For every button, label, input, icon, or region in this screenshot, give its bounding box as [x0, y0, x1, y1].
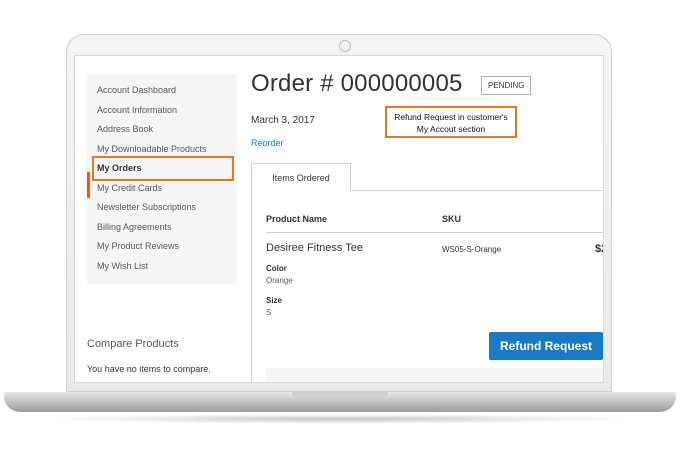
column-header-product-name: Product Name	[266, 214, 328, 224]
option-value-color: Orange	[266, 276, 293, 285]
tab-items-ordered[interactable]: Items Ordered	[251, 163, 351, 191]
sidebar-item-account-information[interactable]: Account Information	[97, 105, 177, 115]
status-badge: PENDING	[481, 76, 532, 95]
refund-request-button[interactable]: Refund Request	[489, 332, 603, 360]
callout-line-1: Refund Request in customer's	[394, 112, 508, 122]
product-price: $2	[595, 243, 603, 255]
table-footer-bar	[266, 368, 603, 382]
annotation-callout: Refund Request in customer's My Accout s…	[385, 106, 517, 138]
option-label-size: Size	[266, 296, 283, 305]
webcam-icon	[339, 40, 351, 52]
sidebar-item-wish-list[interactable]: My Wish List	[97, 261, 148, 271]
sidebar-item-credit-cards[interactable]: My Credit Cards	[97, 183, 162, 193]
sidebar-item-billing-agreements[interactable]: Billing Agreements	[97, 222, 172, 232]
tab-divider	[350, 190, 603, 191]
order-date: March 3, 2017	[251, 115, 315, 126]
callout-line-2: My Accout section	[416, 124, 486, 134]
sidebar-item-newsletter[interactable]: Newsletter Subscriptions	[97, 202, 196, 212]
product-name: Desiree Fitness Tee	[266, 242, 364, 254]
active-item-marker	[87, 172, 90, 198]
my-orders-highlight	[92, 156, 234, 181]
content-border	[251, 190, 252, 382]
option-label-color: Color	[266, 264, 287, 273]
product-sku: WS05-S-Orange	[442, 245, 502, 254]
reorder-link[interactable]: Reorder	[251, 138, 284, 148]
screen: Account Dashboard Account Information Ad…	[74, 55, 604, 383]
laptop-base-notch	[292, 392, 388, 399]
laptop-shadow	[40, 414, 640, 424]
sidebar-item-address-book[interactable]: Address Book	[97, 124, 153, 134]
compare-products-title: Compare Products	[87, 338, 179, 350]
option-value-size: S	[266, 308, 272, 317]
sidebar-item-downloadable-products[interactable]: My Downloadable Products	[97, 144, 207, 154]
sidebar-item-account-dashboard[interactable]: Account Dashboard	[97, 85, 176, 95]
compare-products-text: You have no items to compare.	[87, 364, 211, 374]
column-header-sku: SKU	[442, 214, 462, 224]
page-title: Order # 000000005	[251, 70, 463, 97]
table-header-divider	[266, 232, 603, 233]
sidebar-item-product-reviews[interactable]: My Product Reviews	[97, 241, 179, 251]
